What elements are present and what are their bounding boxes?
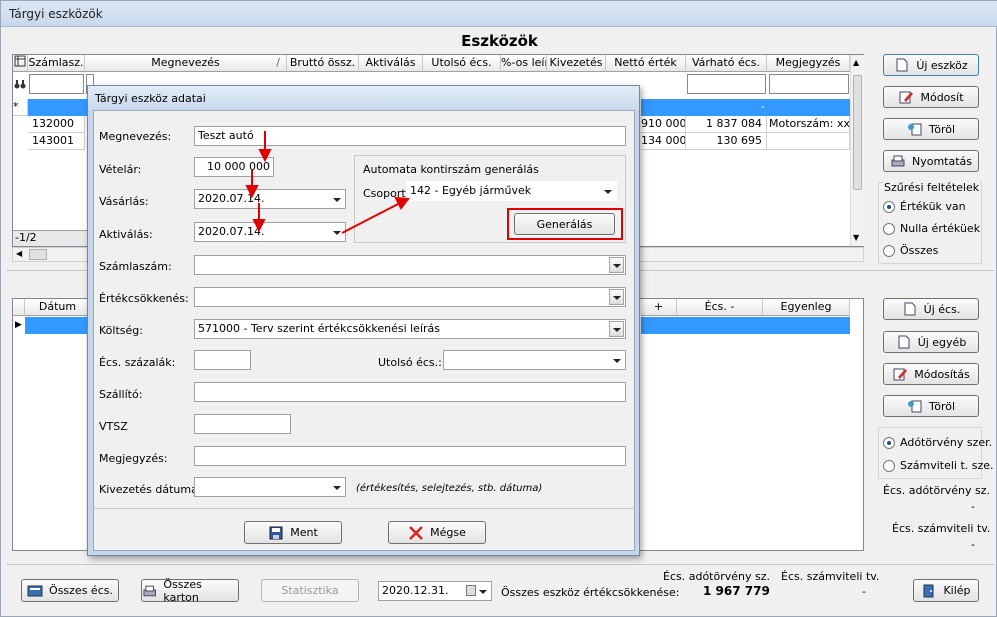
arrow-csoport	[341, 202, 401, 234]
arrow-aktivalas-head	[252, 219, 266, 233]
arrow-vasarlas-head	[245, 185, 259, 199]
annotation-arrows	[245, 131, 410, 234]
arrow-csoport-head	[394, 196, 410, 210]
arrow-vetelar-head	[258, 149, 272, 163]
